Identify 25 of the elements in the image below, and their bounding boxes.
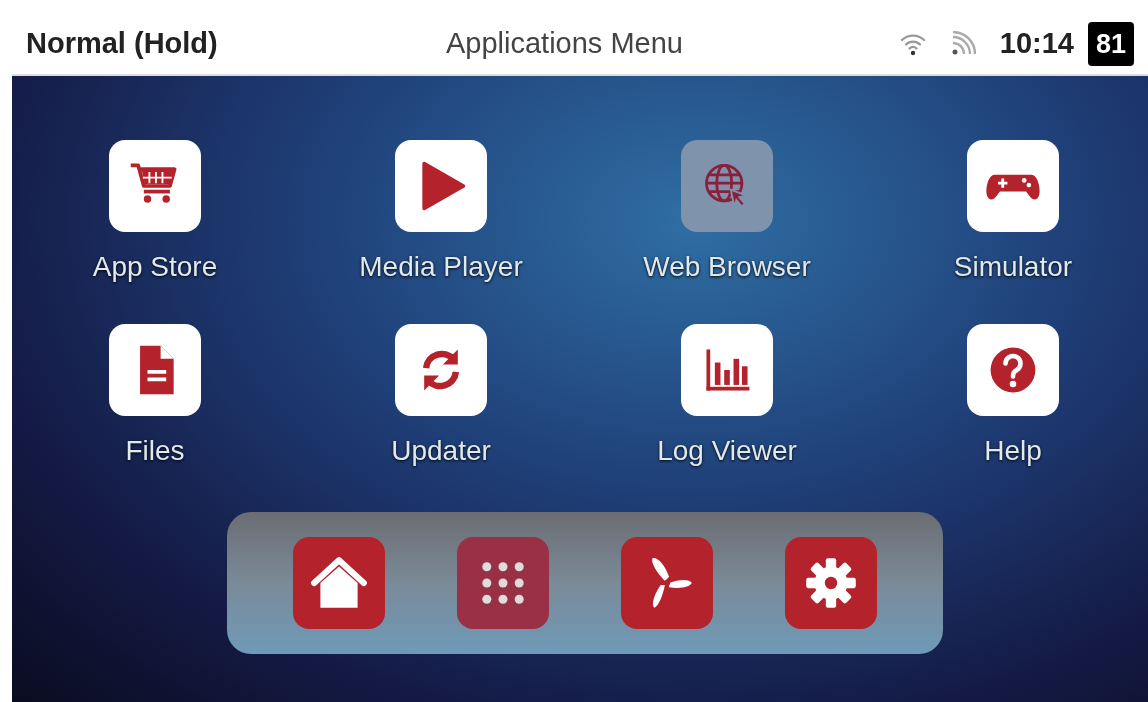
mode-label: Normal (Hold)	[26, 26, 219, 62]
app-tile[interactable]	[109, 140, 201, 232]
app-tile[interactable]	[681, 140, 773, 232]
dock-button[interactable]	[785, 537, 877, 629]
app-label: App Store	[92, 250, 218, 284]
screen-title: Applications Menu	[446, 26, 683, 62]
app-tile[interactable]	[967, 324, 1059, 416]
app-label: Simulator	[953, 250, 1073, 284]
dock-button[interactable]	[457, 537, 549, 629]
app-label: Log Viewer	[657, 434, 797, 468]
wifi-icon	[899, 32, 926, 56]
app-label: Files	[125, 434, 185, 468]
dock-button[interactable]	[293, 537, 385, 629]
dock-button[interactable]	[621, 537, 713, 629]
app-tile[interactable]	[395, 140, 487, 232]
app-label: Updater	[391, 434, 491, 468]
app-tile[interactable]	[681, 324, 773, 416]
app-tile[interactable]	[395, 324, 487, 416]
battery-level: 81	[1087, 22, 1134, 66]
app-label: Media Player	[359, 250, 523, 284]
app-label: Web Browser	[643, 250, 811, 284]
app-tile[interactable]	[109, 324, 201, 416]
clock-time: 10:14	[999, 26, 1074, 62]
app-tile[interactable]	[967, 140, 1059, 232]
app-label: Help	[984, 434, 1042, 468]
